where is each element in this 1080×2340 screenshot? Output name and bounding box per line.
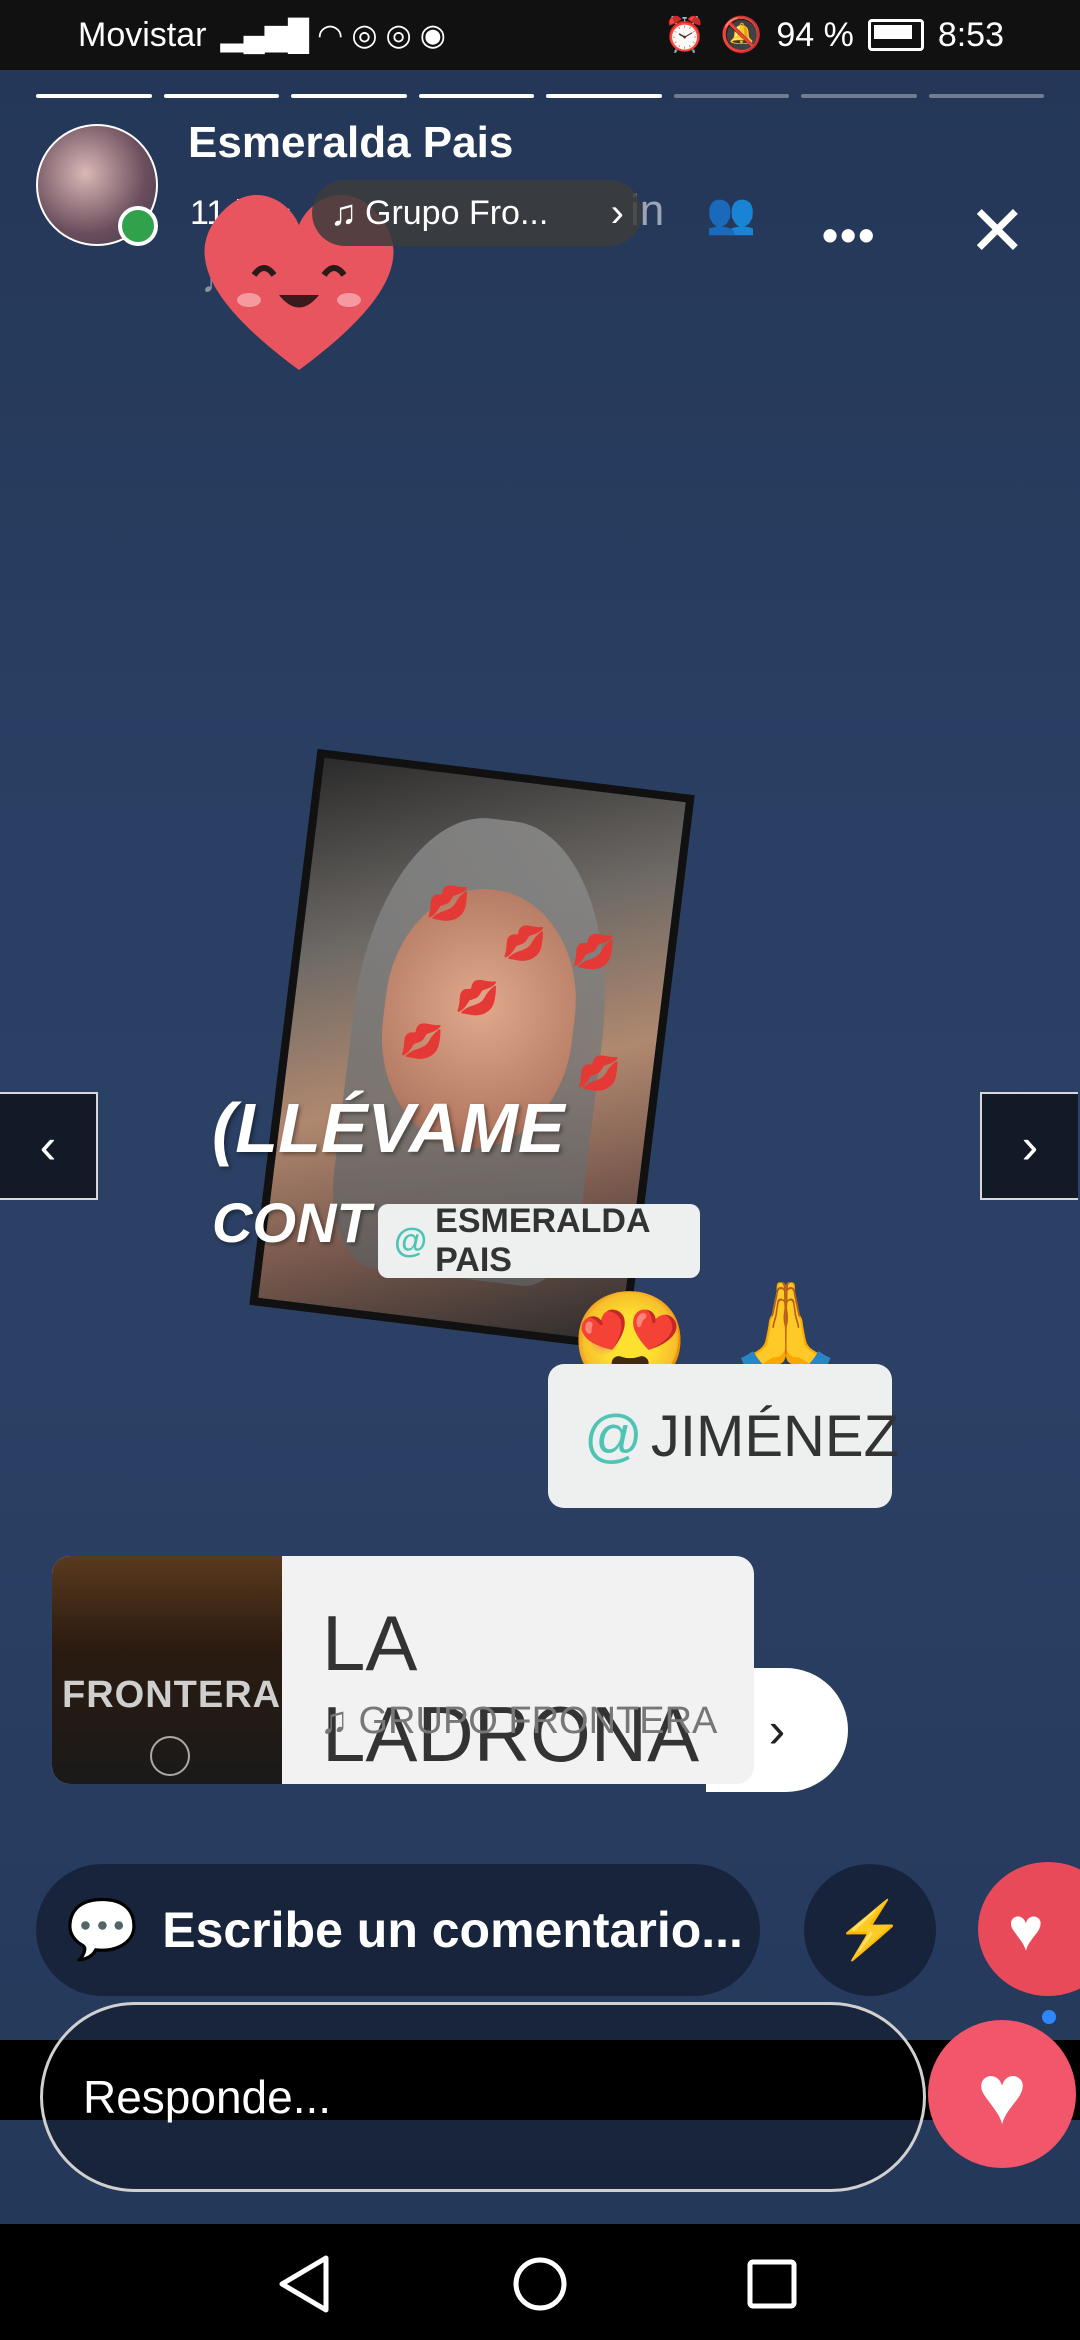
music-sticker-card[interactable]: FRONTERA LA LADRONA ♫ GRUPO FRONTERA [52, 1556, 754, 1784]
reply-placeholder: Responde... [83, 2071, 332, 2123]
heart-icon: ♥ [977, 2046, 1027, 2141]
chevron-left-icon: ‹ [39, 1118, 57, 1174]
kiss-mark-icon: 💋 [501, 922, 548, 966]
progress-segment [546, 94, 662, 98]
progress-segment [673, 94, 789, 98]
album-cover: FRONTERA [52, 1556, 282, 1784]
music-note-icon: ♫ [330, 192, 357, 233]
clock: 8:53 [937, 15, 1004, 54]
progress-segment [801, 94, 917, 98]
music-note-icon: ♫ [320, 1700, 349, 1742]
status-left: Movistar ▂▄▆█ ◠ ◎ ◎ ◉ [78, 16, 446, 55]
battery-percent: 94 % [776, 15, 854, 54]
reply-input[interactable]: Responde... [40, 2002, 926, 2192]
album-band-text: FRONTERA [62, 1674, 282, 1716]
progress-segment [163, 94, 279, 98]
previous-story-button[interactable]: ‹ [0, 1092, 98, 1200]
story-text-line1: (LLÉVAME [212, 1089, 565, 1167]
recent-apps-icon[interactable] [736, 2248, 808, 2320]
kiss-mark-icon: 💋 [454, 976, 501, 1020]
chevron-right-icon: › [610, 190, 624, 235]
close-icon[interactable]: ✕ [968, 196, 1027, 266]
comment-input[interactable]: 💬 Escribe un comentario... [36, 1864, 760, 1996]
signal-icon: ▂▄▆█ [220, 18, 310, 52]
song-artist-label: GRUPO FRONTERA [358, 1700, 718, 1742]
kiss-mark-icon: 💋 [570, 930, 618, 974]
music-pill[interactable]: ♫ Grupo Fro... › [312, 180, 642, 246]
mention-tag-label: ESMERALDA PAIS [435, 1202, 650, 1279]
story-text-line2: CONT [212, 1191, 371, 1254]
chevron-right-icon: › [768, 1702, 786, 1758]
unread-dot [1042, 2010, 1056, 2024]
progress-segment [418, 94, 534, 98]
alarm-icon: ⏰ [663, 16, 706, 54]
at-icon: @ [584, 1403, 643, 1469]
messenger-button[interactable]: ⚡ [804, 1864, 936, 1996]
wifi-icon: ◠ [317, 18, 344, 52]
album-logo [150, 1736, 190, 1776]
next-story-button[interactable]: › [980, 1092, 1078, 1200]
status-bar: Movistar ▂▄▆█ ◠ ◎ ◎ ◉ ⏰ 🔕 94 % 8:53 [0, 0, 1080, 70]
back-icon[interactable] [270, 2248, 342, 2320]
messenger-notification-icon: ◉ [419, 18, 446, 52]
mention-tag-label: JIMÉNEZ [650, 1403, 900, 1469]
friends-icon: 👥 [706, 192, 756, 236]
mention-tag-jimenez[interactable]: @ JIMÉNEZ [548, 1364, 899, 1508]
battery-icon [867, 19, 924, 51]
heart-icon: ♥ [1008, 1895, 1044, 1963]
song-artist: ♫ GRUPO FRONTERA [320, 1700, 717, 1743]
comment-placeholder: Escribe un comentario... [162, 1902, 743, 1958]
carrier-label: Movistar [78, 15, 207, 54]
progress-segment [36, 94, 152, 98]
status-right: ⏰ 🔕 94 % 8:53 [664, 15, 1004, 55]
user-name[interactable]: Esmeralda Pais [188, 118, 513, 168]
kiss-mark-icon: 💋 [425, 882, 473, 926]
more-options-icon[interactable]: ••• [822, 208, 876, 262]
kiss-mark-icon: 💋 [398, 1020, 446, 1064]
story-progress [36, 94, 1044, 98]
song-title: LA LADRONA [322, 1599, 700, 1778]
kiss-mark-icon: 💋 [575, 1052, 623, 1096]
mute-icon: 🔕 [719, 16, 763, 54]
chevron-right-icon: › [1021, 1118, 1039, 1174]
progress-segment [291, 94, 407, 98]
music-pill-label: Grupo Fro... [365, 193, 549, 232]
system-nav-bar [0, 2224, 1080, 2340]
whatsapp-icon: ◎ [351, 18, 378, 52]
online-status-dot [118, 206, 158, 246]
mention-tag-esmeralda[interactable]: @ ESMERALDA PAIS [378, 1202, 700, 1279]
comment-bubble-icon: 💬 [66, 1897, 139, 1962]
status-icons-left: ▂▄▆█ ◠ ◎ ◎ ◉ [220, 18, 445, 53]
home-icon[interactable] [504, 2248, 576, 2320]
messenger-icon: ⚡ [835, 1898, 905, 1961]
progress-segment [928, 94, 1044, 98]
at-icon: @ [394, 1221, 428, 1260]
reply-heart-button[interactable]: ♥ [928, 2020, 1076, 2168]
whatsapp-icon-2: ◎ [385, 18, 412, 52]
